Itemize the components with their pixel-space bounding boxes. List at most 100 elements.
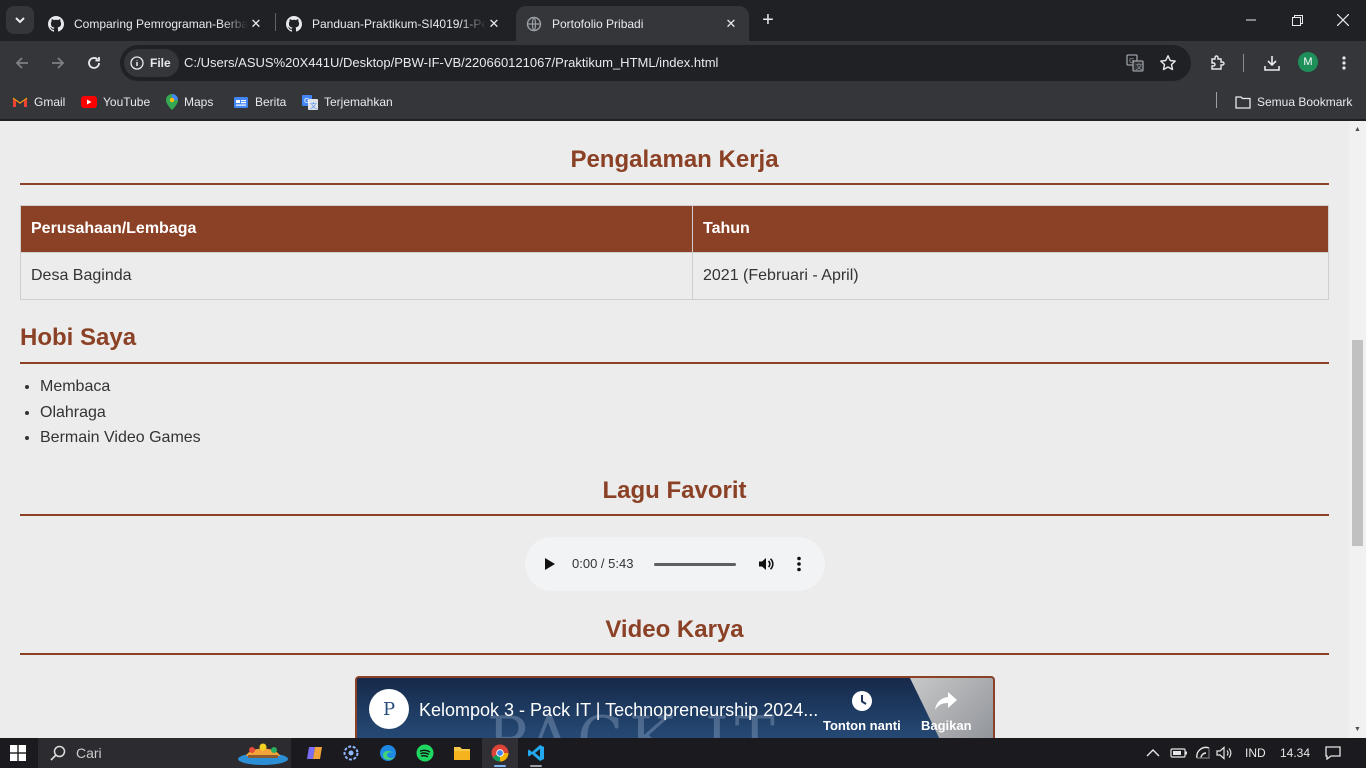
battery-status[interactable]	[1170, 738, 1188, 768]
battery-icon	[1170, 748, 1187, 758]
scroll-down-arrow[interactable]: ▼	[1351, 723, 1364, 736]
windows-taskbar: Cari IND 14.34	[0, 738, 1366, 768]
bookmark-label: YouTube	[103, 95, 151, 109]
taskbar-copilot[interactable]	[297, 738, 333, 768]
close-icon[interactable]: ✕	[248, 16, 264, 32]
audio-player[interactable]: 0:00 / 5:43	[525, 537, 825, 591]
play-icon[interactable]	[543, 556, 557, 572]
minimize-button[interactable]	[1228, 0, 1274, 40]
site-info-chip[interactable]: File	[124, 49, 179, 77]
translate-icon: G文	[1126, 54, 1144, 72]
scrollbar-thumb[interactable]	[1352, 340, 1363, 546]
downloads-button[interactable]	[1258, 49, 1286, 77]
url-text[interactable]: C:/Users/ASUS%20X441U/Desktop/PBW-IF-VB/…	[184, 55, 718, 70]
extensions-button[interactable]	[1204, 49, 1232, 77]
taskbar-settings-app[interactable]	[333, 738, 369, 768]
watch-later-button[interactable]: Tonton nanti	[823, 690, 901, 733]
tray-overflow-button[interactable]	[1146, 738, 1160, 768]
vscode-icon	[528, 745, 544, 761]
work-experience-table: Perusahaan/Lembaga Tahun Desa Baginda 20…	[20, 205, 1329, 300]
profile-avatar[interactable]: M	[1298, 52, 1318, 72]
share-button[interactable]: Bagikan	[921, 690, 972, 733]
audio-time: 0:00 / 5:43	[572, 556, 634, 571]
network-status[interactable]	[1195, 738, 1211, 768]
all-bookmarks-button[interactable]: Semua Bookmark	[1235, 92, 1352, 112]
taskbar-edge[interactable]	[370, 738, 406, 768]
search-icon	[50, 745, 66, 761]
tab-title: Portofolio Pribadi	[552, 16, 644, 31]
browser-menu-button[interactable]	[1330, 49, 1358, 77]
page-viewport: Pengalaman Kerja Perusahaan/Lembaga Tahu…	[0, 121, 1349, 738]
tab-panduan[interactable]: Panduan-Praktikum-SI4019/1-Pengenalan ✕	[276, 6, 512, 41]
start-button[interactable]	[10, 745, 26, 766]
svg-text:文: 文	[310, 101, 317, 110]
bookmark-youtube[interactable]: YouTube	[81, 92, 150, 112]
list-item: Olahraga	[40, 402, 201, 428]
gmail-icon	[12, 97, 28, 107]
language-indicator[interactable]: IND	[1245, 738, 1266, 768]
bookmark-gmail[interactable]: Gmail	[12, 92, 65, 112]
address-bar[interactable]: File C:/Users/ASUS%20X441U/Desktop/PBW-I…	[120, 45, 1191, 81]
channel-avatar[interactable]: P	[369, 689, 409, 729]
taskbar-spotify[interactable]	[407, 738, 443, 768]
taskbar-file-explorer[interactable]	[444, 738, 480, 768]
clock-icon	[851, 691, 872, 711]
audio-progress-slider[interactable]	[654, 563, 736, 566]
heading-rule	[20, 514, 1329, 516]
browser-toolbar: File C:/Users/ASUS%20X441U/Desktop/PBW-I…	[0, 41, 1366, 85]
bookmark-maps[interactable]: Maps	[166, 92, 213, 112]
edge-icon	[380, 745, 396, 761]
close-icon[interactable]: ✕	[723, 16, 739, 32]
bookmarks-bar: Gmail YouTube Maps Berita G文 Terjemahkan…	[0, 85, 1366, 120]
taskbar-chrome[interactable]	[482, 738, 518, 768]
work-experience-heading: Pengalaman Kerja	[570, 146, 779, 173]
video-work-heading: Video Karya	[605, 616, 744, 643]
watch-later-label: Tonton nanti	[823, 718, 901, 733]
more-vert-icon[interactable]	[795, 555, 803, 573]
back-button[interactable]	[8, 49, 36, 77]
youtube-icon	[81, 96, 97, 108]
reload-button[interactable]	[80, 49, 108, 77]
scroll-up-arrow[interactable]: ▲	[1351, 123, 1364, 136]
heading-rule	[20, 653, 1329, 655]
svg-text:文: 文	[1136, 62, 1143, 71]
taskbar-vscode[interactable]	[518, 738, 554, 768]
translate-page-button[interactable]: G文	[1125, 53, 1145, 73]
tab-strip: Comparing Pemrograman-Berbasis-Web ✕ Pan…	[0, 0, 1366, 41]
close-icon	[1337, 14, 1349, 26]
notifications-button[interactable]	[1325, 738, 1341, 768]
arrow-left-icon	[15, 57, 28, 69]
close-window-button[interactable]	[1320, 0, 1366, 40]
maps-icon	[166, 94, 178, 110]
column-header-year: Tahun	[692, 205, 1329, 253]
clock[interactable]: 14.34	[1280, 738, 1310, 768]
tab-search-button[interactable]	[6, 6, 34, 34]
restore-icon	[1291, 14, 1303, 26]
column-header-company: Perusahaan/Lembaga	[20, 205, 693, 253]
minimize-icon	[1246, 19, 1256, 21]
forward-button[interactable]	[44, 49, 72, 77]
svg-text:G: G	[1129, 57, 1134, 65]
bookmark-star-button[interactable]	[1158, 53, 1178, 73]
svg-text:G: G	[304, 97, 309, 105]
copilot-icon	[307, 747, 322, 759]
volume-icon[interactable]	[757, 555, 775, 573]
notification-icon	[1325, 746, 1341, 760]
close-icon[interactable]: ✕	[486, 16, 502, 32]
wifi-icon	[1196, 746, 1210, 759]
chevron-up-icon	[1146, 749, 1160, 757]
tab-comparing[interactable]: Comparing Pemrograman-Berbasis-Web ✕	[38, 6, 274, 41]
table-cell-company: Desa Baginda	[20, 252, 693, 300]
star-icon	[1160, 55, 1176, 71]
youtube-embed[interactable]: PACK IT P Kelompok 3 - Pack IT | Technop…	[355, 676, 995, 738]
taskbar-search[interactable]: Cari	[38, 738, 291, 768]
tab-portofolio[interactable]: Portofolio Pribadi ✕	[516, 6, 749, 41]
bookmark-terjemahkan[interactable]: G文 Terjemahkan	[302, 92, 393, 112]
bookmark-berita[interactable]: Berita	[233, 92, 286, 112]
restore-button[interactable]	[1274, 0, 1320, 40]
globe-icon	[526, 16, 542, 31]
video-title[interactable]: Kelompok 3 - Pack IT | Technopreneurship…	[419, 700, 818, 721]
new-tab-button[interactable]: +	[756, 8, 780, 32]
speaker-icon	[1216, 746, 1232, 760]
volume-status[interactable]	[1216, 738, 1234, 768]
